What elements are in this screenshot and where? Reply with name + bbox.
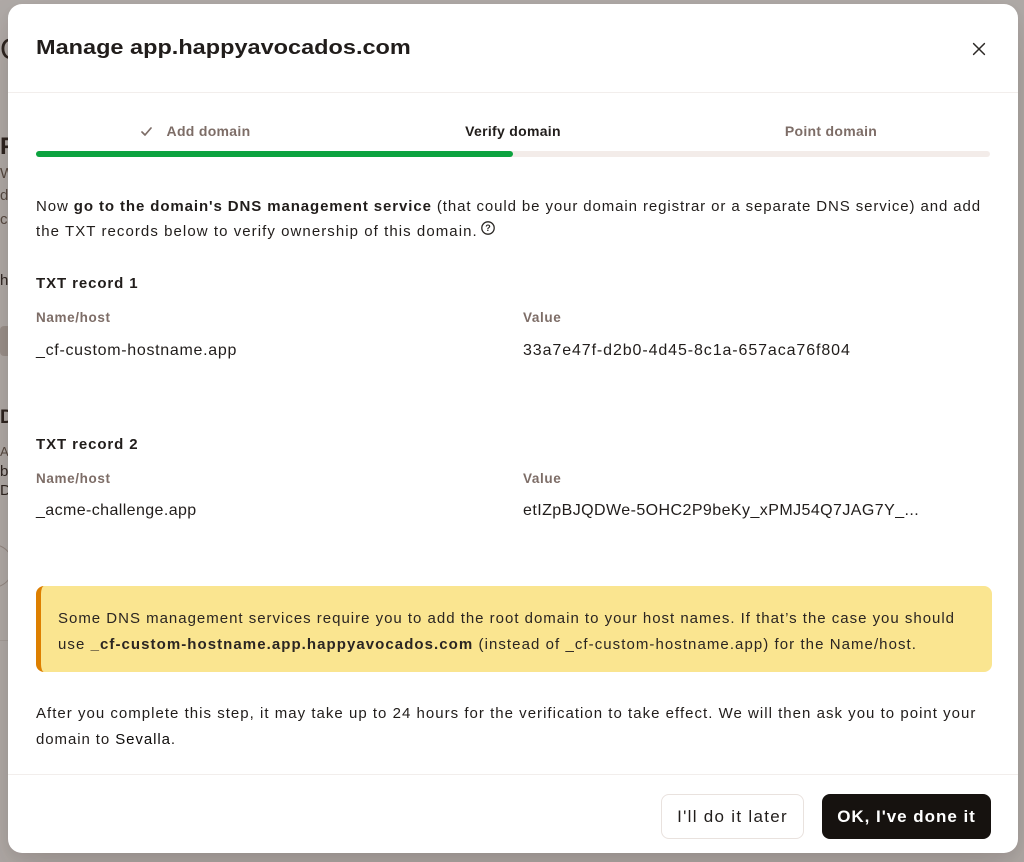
svg-text:?: ? [485,223,491,233]
